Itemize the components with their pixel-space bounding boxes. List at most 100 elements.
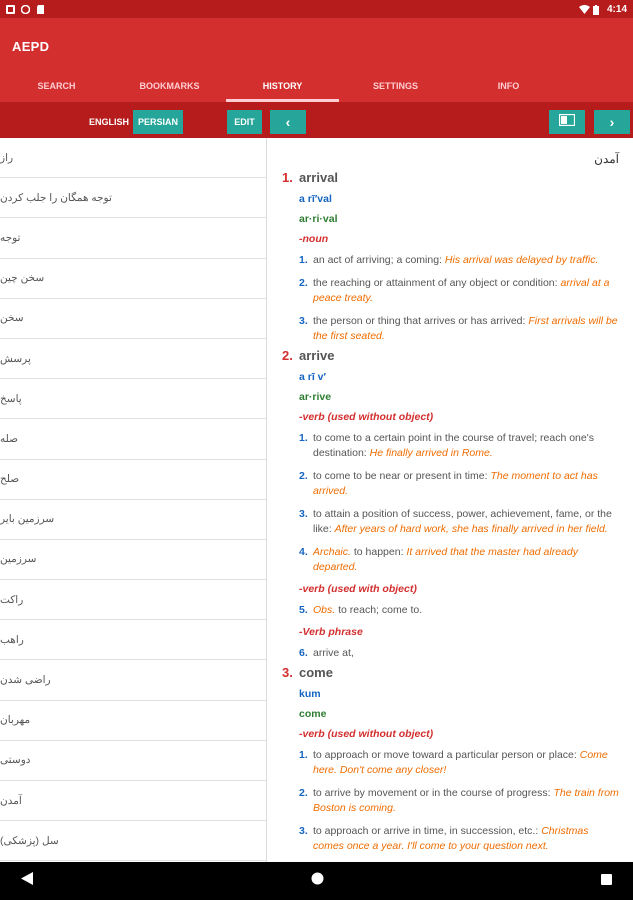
definition-number: 2. <box>299 277 308 289</box>
part-of-speech: -verb (used without object) <box>299 411 434 423</box>
definition-text: the reaching or attainment of any object… <box>313 277 561 289</box>
list-item[interactable]: سرزمین بایر <box>0 500 266 540</box>
definition-example: After years of hard work, she has finall… <box>334 523 608 535</box>
list-item[interactable]: سل (پزشکی) <box>0 821 266 862</box>
definition-number: 1. <box>299 254 308 266</box>
home-icon[interactable] <box>311 872 324 890</box>
definition-body: to arrive by movement or in the course o… <box>313 786 619 816</box>
list-item[interactable]: توجه همگان را جلب کردن <box>0 178 266 219</box>
entry-word[interactable]: arrive <box>299 348 334 363</box>
list-item[interactable]: سرزمین <box>0 540 266 581</box>
definition-body: Obs. to reach; come to. <box>313 603 619 618</box>
definition-panel[interactable]: آمدن 1. arrival a rī′val ar·ri·val -noun 1. an… <box>268 138 633 862</box>
tab-history[interactable]: HISTORY <box>226 72 339 102</box>
history-list[interactable]: راز توجه همگان را جلب کردن توجه سخن چین … <box>0 138 267 862</box>
part-of-speech: -noun <box>299 233 329 245</box>
list-item[interactable]: پرسش <box>0 339 266 380</box>
tab-settings[interactable]: SETTINGS <box>339 72 452 102</box>
battery-icon <box>592 4 602 15</box>
list-item[interactable]: توجه <box>0 218 266 259</box>
definition-text: to happen: <box>350 546 407 558</box>
definition-body: to approach or arrive in time, in succes… <box>313 824 619 854</box>
definition-example: He finally arrived in Rome. <box>369 447 493 459</box>
definition-label: Obs. <box>313 604 336 616</box>
entry-header: 2. arrive <box>282 348 619 363</box>
part-of-speech: -Verb phrase <box>299 626 363 638</box>
list-item[interactable]: آمدن <box>0 781 266 822</box>
tab-bookmarks[interactable]: BOOKMARKS <box>113 72 226 102</box>
entry-number: 1. <box>282 170 293 185</box>
notification-icon <box>6 4 15 14</box>
definition-number: 3. <box>299 315 308 327</box>
definition-number: 1. <box>299 749 308 761</box>
definition-number: 5. <box>299 604 308 616</box>
definition-text: to approach or move toward a particular … <box>313 749 580 761</box>
definition-row: 1. to come to a certain point in the cour… <box>299 431 619 461</box>
status-time: 4:14 <box>606 3 627 15</box>
entries: 1. arrival a rī′val ar·ri·val -noun 1. an act … <box>282 170 619 862</box>
tab-info[interactable]: INFO <box>452 72 565 102</box>
part-of-speech: -verb (used with object) <box>299 583 417 595</box>
app-bar: AEPD SEARCH BOOKMARKS HISTORY SETTINGS I… <box>0 18 633 102</box>
entry-word[interactable]: come <box>299 665 333 680</box>
chevron-right-icon: › <box>609 114 615 130</box>
definition-text: to come to be near or present in time: <box>313 470 491 482</box>
definition-body: to come to a certain point in the course… <box>313 431 619 461</box>
entry-word[interactable]: arrival <box>299 170 338 185</box>
list-item[interactable]: راز <box>0 138 266 179</box>
syllables: ar·rive <box>299 391 332 403</box>
entry-header: 1. arrival <box>282 170 619 185</box>
definition-text: to approach or arrive in time, in succes… <box>313 825 542 837</box>
tab-bar: SEARCH BOOKMARKS HISTORY SETTINGS INFO <box>0 72 633 102</box>
bookmark-button[interactable] <box>549 110 585 134</box>
syllables: ar·ri·val <box>299 213 338 225</box>
persian-button[interactable]: PERSIAN <box>133 110 183 134</box>
sync-icon <box>20 4 31 14</box>
definition-text: to arrive by movement or in the course o… <box>313 787 554 799</box>
definition-body: to attain a position of success, power, … <box>313 507 619 537</box>
list-item[interactable]: دوستی <box>0 741 266 781</box>
definition-row: 1. to approach or move toward a particula… <box>299 748 619 778</box>
list-item[interactable]: راکت <box>0 580 266 621</box>
definition-body: to come to be near or present in time: T… <box>313 469 619 499</box>
definition-body: arrive at, <box>313 646 619 661</box>
english-button[interactable]: ENGLISH <box>86 110 132 134</box>
definition-row: 1. an act of arriving; a coming: His arri… <box>299 253 619 268</box>
tab-search[interactable]: SEARCH <box>0 72 113 102</box>
list-item[interactable]: صلح <box>0 460 266 500</box>
app-title: AEPD <box>12 39 50 54</box>
sd-card-icon <box>36 4 45 14</box>
book-icon <box>558 113 576 131</box>
definition-row: 3. to approach or arrive in time, in succ… <box>299 824 619 854</box>
entry-number: 3. <box>282 665 293 680</box>
next-button[interactable]: › <box>594 110 630 134</box>
list-item[interactable]: سخن چین <box>0 259 266 299</box>
list-item[interactable]: سخن <box>0 299 266 339</box>
list-item[interactable]: مهربان <box>0 701 266 741</box>
edit-button[interactable]: EDIT <box>227 110 262 134</box>
definition-body: Archaic. to happen: It arrived that the … <box>313 545 619 575</box>
pronunciation: kum <box>299 688 321 700</box>
previous-button[interactable]: ‹ <box>270 110 306 134</box>
definition-number: 3. <box>299 508 308 520</box>
definition-body: the reaching or attainment of any object… <box>313 276 619 306</box>
definition-number: 2. <box>299 787 308 799</box>
definition-number: 2. <box>299 470 308 482</box>
back-icon[interactable] <box>21 872 33 890</box>
list-item[interactable]: راهب <box>0 620 266 661</box>
list-item[interactable]: پاسخ <box>0 379 266 420</box>
definition-row: 3. the person or thing that arrives or ha… <box>299 314 619 344</box>
recents-icon[interactable] <box>601 872 612 890</box>
definition-text: arrive at, <box>313 647 354 659</box>
wifi-icon <box>578 4 590 14</box>
definition-number: 3. <box>299 825 308 837</box>
query-word: آمدن <box>594 152 619 166</box>
list-item[interactable]: صله <box>0 419 266 460</box>
definition-body: the person or thing that arrives or has … <box>313 314 619 344</box>
definition-number: 1. <box>299 432 308 444</box>
definition-row: 2. to arrive by movement or in the course… <box>299 786 619 816</box>
definition-row: 4. Archaic. to happen: It arrived that th… <box>299 545 619 575</box>
definition-label: Archaic. <box>313 546 351 558</box>
list-item[interactable]: راضی شدن <box>0 660 266 701</box>
syllables: come <box>299 708 327 720</box>
